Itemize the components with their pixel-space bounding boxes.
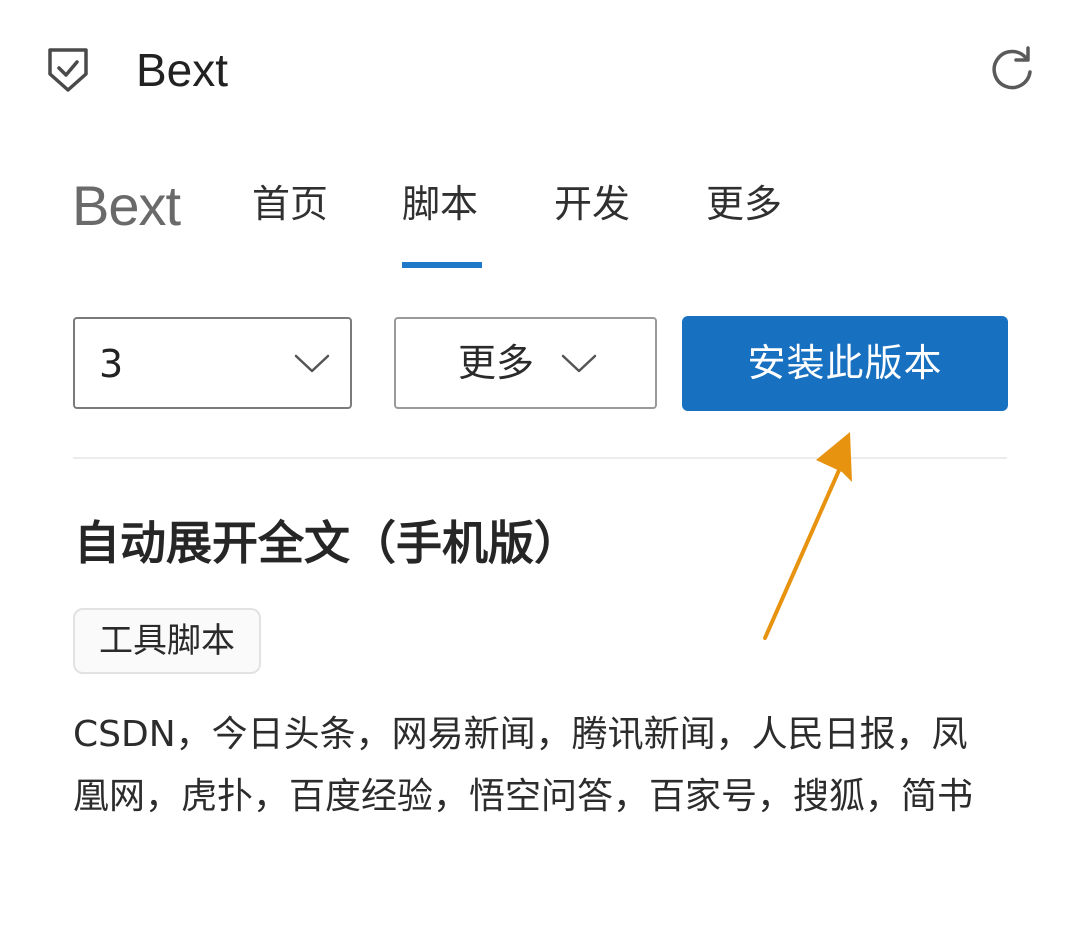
active-tab-indicator (402, 262, 482, 268)
app-bar: Bext (0, 0, 1080, 140)
chevron-down-icon (294, 354, 330, 373)
install-version-button[interactable]: 安装此版本 (682, 316, 1008, 411)
tab-home[interactable]: 首页 (252, 178, 328, 230)
script-title: 自动展开全文（手机版） (74, 516, 580, 570)
app-title: Bext (136, 44, 229, 96)
chevron-down-icon (561, 354, 597, 373)
more-dropdown[interactable]: 更多 (394, 317, 657, 409)
brand-logo[interactable]: Bext (72, 172, 181, 240)
tab-scripts[interactable]: 脚本 (402, 178, 478, 230)
version-value: 3 (99, 342, 124, 386)
more-dropdown-label: 更多 (458, 341, 535, 385)
shield-check-icon (48, 48, 88, 92)
refresh-icon[interactable] (986, 44, 1038, 96)
annotation-arrow-icon (763, 432, 852, 640)
script-description: CSDN，今日头条，网易新闻，腾讯新闻，人民日报，凤凰网，虎扑，百度经验，悟空问… (73, 714, 974, 817)
tab-more[interactable]: 更多 (706, 178, 782, 230)
category-tag[interactable]: 工具脚本 (73, 608, 261, 674)
tab-develop[interactable]: 开发 (554, 178, 630, 230)
version-select[interactable]: 3 (73, 317, 352, 409)
